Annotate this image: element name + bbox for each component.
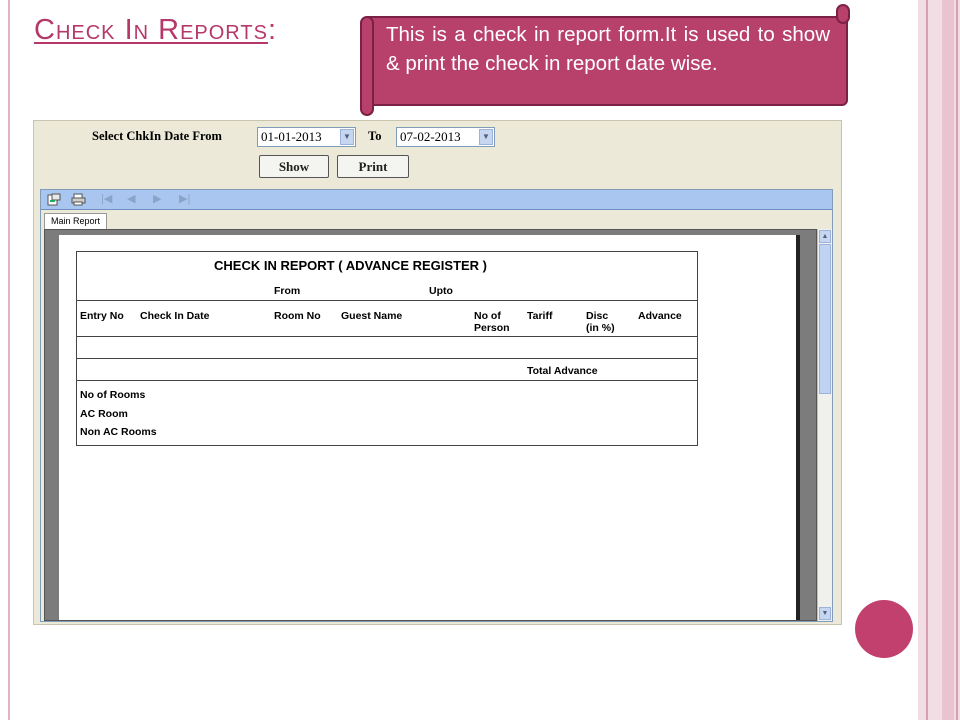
callout-box: This is a check in report form.It is use… bbox=[360, 4, 850, 116]
total-advance-label: Total Advance bbox=[527, 365, 598, 377]
export-icon[interactable] bbox=[47, 193, 61, 210]
column-no-of-person-line2: Person bbox=[474, 322, 510, 334]
slide-circle-decoration bbox=[855, 600, 913, 658]
report-vertical-scrollbar[interactable]: ▲ ▼ bbox=[817, 229, 832, 621]
report-viewer-toolbar: |◀ ◀ ▶ ▶| bbox=[41, 190, 832, 210]
slide-title-colon: : bbox=[267, 14, 278, 46]
print-icon[interactable] bbox=[71, 193, 86, 210]
date-to-select[interactable]: 07-02-2013 ▼ bbox=[396, 127, 495, 147]
last-page-icon[interactable]: ▶| bbox=[179, 193, 190, 206]
column-entry-no: Entry No bbox=[80, 310, 124, 322]
date-to-value: 07-02-2013 bbox=[400, 129, 461, 144]
callout-scroll-curl-right bbox=[836, 4, 850, 24]
next-page-icon[interactable]: ▶ bbox=[153, 193, 161, 206]
ac-room-label: AC Room bbox=[80, 408, 128, 420]
callout-scroll-curl-left bbox=[360, 16, 374, 116]
date-from-select[interactable]: 01-01-2013 ▼ bbox=[257, 127, 356, 147]
detail-divider bbox=[77, 358, 697, 359]
slide-left-line bbox=[8, 0, 10, 720]
check-in-report-form: Select ChkIn Date From 01-01-2013 ▼ To 0… bbox=[33, 120, 842, 625]
slide-right-decoration bbox=[918, 0, 960, 720]
column-no-of-person-line1: No of bbox=[474, 310, 501, 322]
non-ac-rooms-label: Non AC Rooms bbox=[80, 426, 157, 438]
column-room-no: Room No bbox=[274, 310, 321, 322]
chevron-down-icon[interactable]: ▼ bbox=[479, 129, 493, 145]
column-guest-name: Guest Name bbox=[341, 310, 403, 322]
report-table: CHECK IN REPORT ( ADVANCE REGISTER ) Fro… bbox=[76, 251, 698, 446]
column-disc-line2: (in %) bbox=[586, 322, 615, 334]
callout-text: This is a check in report form.It is use… bbox=[386, 23, 830, 75]
upto-label: Upto bbox=[429, 285, 453, 297]
scroll-up-icon[interactable]: ▲ bbox=[819, 230, 831, 243]
header-divider bbox=[77, 300, 697, 301]
column-disc-line1: Disc bbox=[586, 310, 609, 322]
report-canvas: CHECK IN REPORT ( ADVANCE REGISTER ) Fro… bbox=[44, 229, 817, 621]
tab-main-report[interactable]: Main Report bbox=[44, 213, 108, 229]
column-header-divider bbox=[77, 336, 697, 337]
prev-page-icon[interactable]: ◀ bbox=[127, 193, 135, 206]
date-to-label: To bbox=[368, 129, 382, 143]
date-from-value: 01-01-2013 bbox=[261, 129, 322, 144]
no-of-rooms-label: No of Rooms bbox=[80, 389, 146, 401]
column-tariff: Tariff bbox=[527, 310, 553, 322]
report-viewer: |◀ ◀ ▶ ▶| Main Report CHECK IN REPORT ( … bbox=[40, 189, 833, 622]
scroll-thumb[interactable] bbox=[819, 244, 831, 394]
show-button[interactable]: Show bbox=[259, 155, 329, 178]
first-page-icon[interactable]: |◀ bbox=[101, 193, 112, 206]
report-page: CHECK IN REPORT ( ADVANCE REGISTER ) Fro… bbox=[59, 235, 800, 620]
scroll-down-icon[interactable]: ▼ bbox=[819, 607, 831, 620]
report-title: CHECK IN REPORT ( ADVANCE REGISTER ) bbox=[214, 258, 488, 273]
column-advance: Advance bbox=[638, 310, 682, 322]
column-check-in-date: Check In Date bbox=[140, 310, 210, 322]
total-divider bbox=[77, 380, 697, 381]
date-from-label: Select ChkIn Date From bbox=[92, 129, 222, 143]
from-label: From bbox=[274, 285, 301, 297]
slide-title-text: Check In Reports bbox=[34, 14, 268, 46]
chevron-down-icon[interactable]: ▼ bbox=[340, 129, 354, 145]
slide-title: Check In Reports: bbox=[34, 14, 277, 47]
print-button[interactable]: Print bbox=[337, 155, 409, 178]
